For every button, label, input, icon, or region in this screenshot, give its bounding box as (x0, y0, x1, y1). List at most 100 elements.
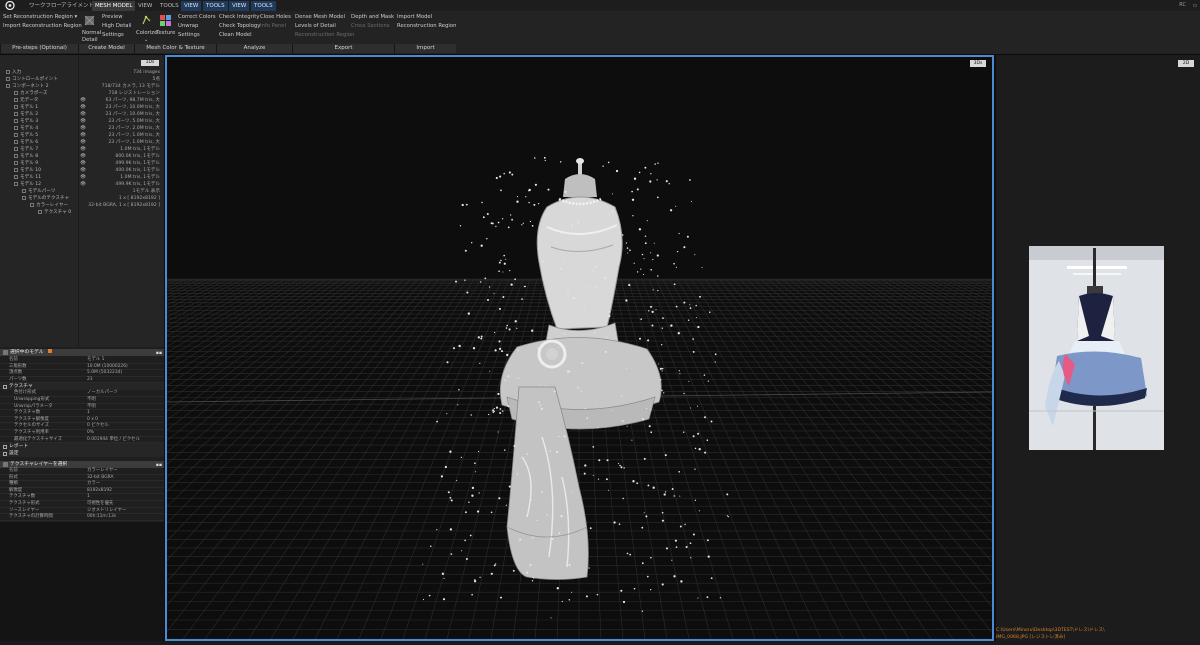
texture-property-row[interactable]: 最適化テクスチャサイズ 0.001944 単位 / ピクセル (0, 437, 164, 444)
texture-property-row[interactable]: テクスチャ利用率 0% (0, 430, 164, 437)
texture-layer-header[interactable]: テクスチャレイヤーを選択 ▪▪ (0, 461, 164, 468)
texture-property-row[interactable]: Unwrapping形式 不明 (0, 397, 164, 404)
tab-tools-1[interactable]: TOOLS (157, 1, 182, 11)
section-toggle-icon[interactable] (3, 444, 7, 449)
expand-toggle-icon[interactable] (14, 97, 18, 102)
tab-view-3[interactable]: VIEW (229, 1, 250, 11)
tree-item[interactable]: モデルパーツ 1モデル 表示 (0, 188, 164, 195)
tree-item[interactable]: モデル 11 👁 1.0M tris, 1モデル (0, 174, 164, 181)
expand-toggle-icon[interactable] (14, 139, 18, 144)
layer-property-row[interactable]: 名前 カラーレイヤー (0, 468, 164, 475)
export-region-button[interactable]: Reconstruction Region (295, 31, 354, 39)
layer-property-row[interactable]: テクスチャの計算時間 00h:11m:13s (0, 514, 164, 521)
color-settings-button[interactable]: Settings (178, 31, 200, 39)
import-region-button[interactable]: Import Reconstruction Region (3, 22, 82, 30)
expand-toggle-icon[interactable] (14, 118, 18, 123)
expand-toggle-icon[interactable] (6, 83, 10, 88)
visibility-eye-icon[interactable]: 👁 (80, 181, 86, 188)
expand-toggle-icon[interactable] (14, 174, 18, 179)
tree-item[interactable]: カラーレイヤー 32-bit BGRA, 1 x [ 8192x8192 ] (0, 202, 164, 209)
close-holes-button[interactable]: Close Holes (260, 13, 291, 21)
pin-icon[interactable] (48, 349, 53, 353)
expand-toggle-icon[interactable] (22, 188, 26, 193)
preview-button[interactable]: Preview (102, 13, 123, 21)
selected-model-header[interactable]: 選択中のモデル ▪▪ (0, 349, 164, 356)
section-toggle-icon[interactable] (3, 451, 7, 456)
expand-toggle-icon[interactable] (14, 153, 18, 158)
tree-item[interactable]: 入力 734 images (0, 69, 164, 76)
layer-property-row[interactable]: 形式 32-bit BGRA (0, 475, 164, 482)
tree-item[interactable]: モデル 1 👁 23 パーツ, 10.0M tris, 大 (0, 104, 164, 111)
import-region-button-2[interactable]: Reconstruction Region (397, 22, 456, 30)
correct-colors-button[interactable]: Correct Colors (178, 13, 216, 21)
texture-button[interactable]: Texture (156, 29, 175, 37)
visibility-eye-icon[interactable]: 👁 (80, 104, 86, 111)
tree-item[interactable]: モデル 6 👁 23 パーツ, 1.0M tris, 大 (0, 139, 164, 146)
3d-viewport[interactable]: 3Ds (165, 55, 994, 641)
tree-item[interactable]: コントロールポイント 5点 (0, 76, 164, 83)
collapse-icon[interactable] (3, 350, 8, 355)
property-row[interactable]: 三角形数 10.0M (10000226) (0, 364, 164, 371)
visibility-eye-icon[interactable]: 👁 (80, 125, 86, 132)
tree-item[interactable]: コンポーネント 2 718/734 カメラ, 13 モデル (0, 83, 164, 90)
visibility-eye-icon[interactable]: 👁 (80, 174, 86, 181)
expand-toggle-icon[interactable] (14, 90, 18, 95)
expand-toggle-icon[interactable] (14, 181, 18, 186)
dress-mesh-model[interactable] (499, 158, 662, 580)
expand-toggle-icon[interactable] (14, 132, 18, 137)
tab-tools-2[interactable]: TOOLS (203, 1, 228, 11)
collapse-icon[interactable] (3, 462, 8, 467)
tree-view-badge[interactable]: 1Ds (141, 60, 159, 66)
high-detail-button[interactable]: High Detail (102, 22, 131, 30)
visibility-eye-icon[interactable]: 👁 (80, 139, 86, 146)
normal-detail-button-line2[interactable]: Detail (82, 36, 98, 44)
check-integrity-button[interactable]: Check Integrity (219, 13, 259, 21)
tab-mesh-model[interactable]: MESH MODEL (92, 1, 136, 11)
expand-toggle-icon[interactable] (14, 111, 18, 116)
depth-mask-button[interactable]: Depth and Mask (351, 13, 394, 21)
tree-item[interactable]: モデル 12 👁 499.9K tris, 1モデル (0, 181, 164, 188)
visibility-eye-icon[interactable]: 👁 (80, 146, 86, 153)
visibility-eye-icon[interactable]: 👁 (80, 153, 86, 160)
tree-item[interactable]: モデル 3 👁 23 パーツ, 5.0M tris, 大 (0, 118, 164, 125)
tree-item[interactable]: モデル 8 👁 800.0K tris, 1モデル (0, 153, 164, 160)
colorize-dropdown-chevron-icon[interactable]: ⌄ (144, 36, 148, 44)
tree-item[interactable]: モデル 7 👁 1.0M tris, 1モデル (0, 146, 164, 153)
visibility-eye-icon[interactable]: 👁 (80, 111, 86, 118)
tab-tools-3[interactable]: TOOLS (251, 1, 276, 11)
expand-toggle-icon[interactable] (14, 146, 18, 151)
tab-view-2[interactable]: VIEW (181, 1, 202, 11)
import-model-button[interactable]: Import Model (397, 13, 432, 21)
2d-viewport[interactable]: 2D C:\Users\Minoru\Desktop\3DTEST\ドレス\ドレ… (996, 55, 1200, 641)
clean-model-button[interactable]: Clean Model (219, 31, 252, 39)
layer-property-row[interactable]: テクスチャ形式 可視性を優先 (0, 501, 164, 508)
tree-item[interactable]: モデル 10 👁 400.0K tris, 1モデル (0, 167, 164, 174)
tree-item[interactable]: モデル 2 👁 23 パーツ, 10.0M tris, 大 (0, 111, 164, 118)
source-photo-image[interactable] (1029, 246, 1164, 450)
texture-property-row[interactable]: テクセルのサイズ 0 ピクセル (0, 423, 164, 430)
3d-view-badge[interactable]: 3Ds (970, 60, 986, 67)
tree-item[interactable]: テクスチャ 0 (0, 209, 164, 216)
section-settings[interactable]: 設定 (0, 450, 164, 458)
texture-property-row[interactable]: テクスチャ数 1 (0, 410, 164, 417)
visibility-eye-icon[interactable]: 👁 (80, 132, 86, 139)
property-row[interactable]: 名前 モデル 1 (0, 357, 164, 364)
expand-toggle-icon[interactable] (38, 209, 42, 214)
3d-scene[interactable] (167, 57, 992, 639)
expand-toggle-icon[interactable] (14, 104, 18, 109)
create-settings-button[interactable]: Settings (102, 31, 124, 39)
tree-item[interactable]: モデル 4 👁 23 パーツ, 2.0M tris, 大 (0, 125, 164, 132)
expand-toggle-icon[interactable] (30, 202, 34, 207)
expand-toggle-icon[interactable] (14, 125, 18, 130)
cross-sections-button[interactable]: Cross Sections (351, 22, 390, 30)
expand-toggle-icon[interactable] (6, 76, 10, 81)
window-controls[interactable]: ▫ (1193, 2, 1197, 9)
tree-item[interactable]: モデル 5 👁 23 パーツ, 1.0M tris, 大 (0, 132, 164, 139)
section-toggle-icon[interactable] (3, 384, 7, 389)
visibility-eye-icon[interactable]: 👁 (80, 160, 86, 167)
property-row[interactable]: パーツ数 23 (0, 377, 164, 384)
visibility-eye-icon[interactable]: 👁 (80, 118, 86, 125)
export-lod-button[interactable]: Levels of Detail (295, 22, 336, 30)
tree-item[interactable]: カメラポーズ 718 レジストレーション (0, 90, 164, 97)
layer-property-row[interactable]: テクスチャ数 1 (0, 494, 164, 501)
